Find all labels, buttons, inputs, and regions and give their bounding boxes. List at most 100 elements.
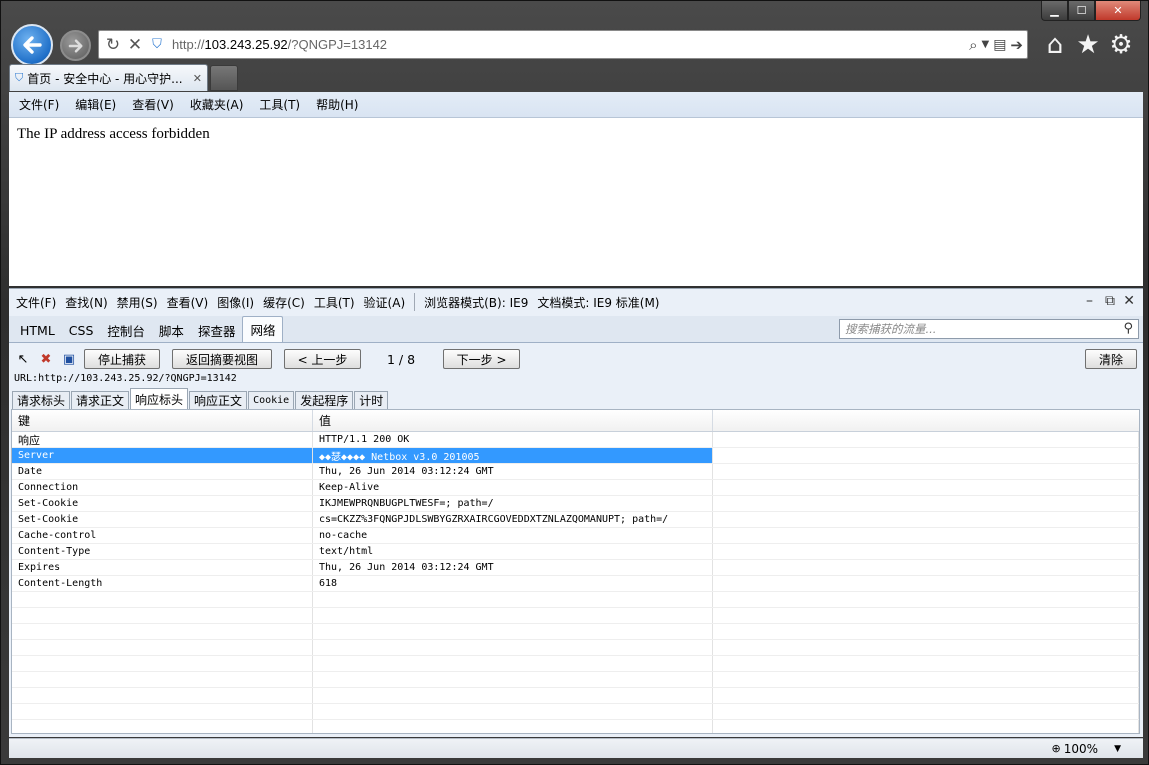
empty-cell (12, 608, 313, 623)
row-filler (713, 448, 1139, 463)
address-bar[interactable]: ↻ ✕ ⛉ http://103.243.25.92/?QNGPJ=13142 … (98, 30, 1028, 59)
empty-cell (313, 592, 713, 607)
back-button[interactable] (11, 24, 53, 66)
maximize-button[interactable]: ☐ (1068, 1, 1095, 21)
empty-cell (313, 640, 713, 655)
network-toolbar: ↖ ✖ ▣ 停止捕获 返回摘要视图 < 上一步 1 / 8 下一步 > 清除 (9, 344, 1143, 374)
tab-initiator[interactable]: 发起程序 (295, 391, 354, 409)
table-row[interactable]: Content-Type text/html (12, 544, 1139, 560)
tab-request-headers[interactable]: 请求标头 (12, 391, 71, 409)
header-key: 响应 (12, 432, 313, 447)
tab-html[interactable]: HTML (13, 318, 62, 342)
search-icon[interactable]: ⚲ (1123, 321, 1133, 336)
dropdown-icon[interactable]: ▼ (981, 39, 989, 50)
stop-capture-button[interactable]: 停止捕获 (84, 349, 160, 369)
tab-cookies[interactable]: Cookie (248, 391, 295, 409)
table-row[interactable]: Server ◆◆瑟◆◆◆◆ Netbox v3.0 201005 (12, 448, 1139, 464)
dt-menu-cache[interactable]: 缓存(C) (263, 294, 305, 311)
tab-console[interactable]: 控制台 (100, 318, 152, 342)
favorites-star-icon[interactable]: ★ (1074, 30, 1102, 60)
search-icon[interactable]: ⌕ (969, 36, 977, 54)
clear-button[interactable]: 清除 (1085, 349, 1137, 369)
minimize-button[interactable]: ▁ (1041, 1, 1068, 21)
zoom-level[interactable]: 100% (1064, 742, 1098, 756)
document-mode-menu[interactable]: 文档模式: IE9 标准(M) (537, 294, 659, 311)
column-key[interactable]: 键 (12, 410, 313, 431)
table-row[interactable]: Set-Cookie cs=CKZZ%3FQNGPJDLSWBYGZRXAIRCG… (12, 512, 1139, 528)
header-key: Connection (12, 480, 313, 495)
refresh-icon[interactable]: ↻ (102, 34, 124, 56)
tab-css[interactable]: CSS (62, 318, 101, 342)
compat-view-icon[interactable]: ▤ (993, 37, 1006, 53)
dt-menu-tools[interactable]: 工具(T) (314, 294, 355, 311)
menu-favorites[interactable]: 收藏夹(A) (190, 96, 244, 113)
page-content: The IP address access forbidden (9, 118, 1143, 286)
previous-button[interactable]: < 上一步 (284, 349, 361, 369)
header-key: Date (12, 464, 313, 479)
table-row[interactable]: Cache-control no-cache (12, 528, 1139, 544)
home-icon[interactable]: ⌂ (1041, 30, 1069, 60)
detail-tabs: 请求标头 请求正文 响应标头 响应正文 Cookie 发起程序 计时 (12, 388, 389, 409)
next-button[interactable]: 下一步 > (443, 349, 521, 369)
row-filler (713, 496, 1139, 511)
table-row[interactable]: Connection Keep-Alive (12, 480, 1139, 496)
empty-cell (313, 624, 713, 639)
select-cursor-icon[interactable]: ↖ (15, 351, 31, 367)
empty-cell (713, 656, 1139, 671)
stop-icon[interactable]: ✕ (124, 34, 146, 56)
dt-menu-file[interactable]: 文件(F) (16, 294, 56, 311)
tab-response-body[interactable]: 响应正文 (189, 391, 248, 409)
dt-menu-images[interactable]: 图像(I) (217, 294, 254, 311)
empty-cell (12, 624, 313, 639)
header-value: no-cache (313, 528, 713, 543)
tab-network[interactable]: 网络 (242, 316, 284, 342)
header-key: Set-Cookie (12, 512, 313, 527)
url-text[interactable]: http://103.243.25.92/?QNGPJ=13142 (172, 37, 969, 52)
zoom-dropdown-icon[interactable]: ▼ (1114, 744, 1121, 754)
header-key: Cache-control (12, 528, 313, 543)
search-traffic-input[interactable]: 搜索捕获的流量... ⚲ (839, 319, 1139, 339)
table-row[interactable]: Date Thu, 26 Jun 2014 03:12:24 GMT (12, 464, 1139, 480)
forward-button[interactable] (60, 30, 91, 61)
tab-profiler[interactable]: 探查器 (191, 318, 243, 342)
dt-menu-find[interactable]: 查找(N) (65, 294, 107, 311)
menu-tools[interactable]: 工具(T) (259, 96, 300, 113)
dt-menu-disable[interactable]: 禁用(S) (117, 294, 158, 311)
dt-menu-validate[interactable]: 验证(A) (364, 294, 406, 311)
tab-response-headers[interactable]: 响应标头 (130, 388, 189, 409)
table-row[interactable]: Set-Cookie IKJMEWPRQNBUGPLTWESF=; path=/ (12, 496, 1139, 512)
dt-menu-view[interactable]: 查看(V) (167, 294, 209, 311)
empty-row (12, 592, 1139, 608)
table-row[interactable]: 响应 HTTP/1.1 200 OK (12, 432, 1139, 448)
menu-view[interactable]: 查看(V) (132, 96, 174, 113)
tab-script[interactable]: 脚本 (152, 318, 191, 342)
clear-cache-icon[interactable]: ✖ (38, 351, 54, 367)
gear-icon[interactable]: ⚙ (1107, 30, 1135, 60)
header-value: 618 (313, 576, 713, 591)
header-value: HTTP/1.1 200 OK (313, 432, 713, 447)
save-icon[interactable]: ▣ (61, 351, 77, 367)
menu-file[interactable]: 文件(F) (19, 96, 59, 113)
forward-arrow-icon (68, 38, 83, 53)
table-row[interactable]: Content-Length 618 (12, 576, 1139, 592)
tab-current[interactable]: ⛉ 首页 - 安全中心 - 用心守护... ✕ (9, 64, 208, 91)
tab-close-icon[interactable]: ✕ (193, 72, 202, 85)
column-value[interactable]: 值 (313, 410, 713, 431)
browser-mode-menu[interactable]: 浏览器模式(B): IE9 (424, 294, 528, 311)
empty-row (12, 656, 1139, 672)
back-to-summary-button[interactable]: 返回摘要视图 (172, 349, 272, 369)
new-tab-button[interactable] (210, 65, 238, 91)
empty-cell (12, 672, 313, 687)
devtools-undock-icon[interactable]: ⧉ (1105, 293, 1115, 309)
menu-edit[interactable]: 编辑(E) (75, 96, 116, 113)
devtools-close-icon[interactable]: ✕ (1123, 293, 1135, 309)
site-shield-icon: ⛉ (152, 37, 162, 52)
devtools-minimize-icon[interactable]: – (1086, 293, 1093, 309)
tab-timing[interactable]: 计时 (354, 391, 389, 409)
table-row[interactable]: Expires Thu, 26 Jun 2014 03:12:24 GMT (12, 560, 1139, 576)
go-arrow-icon[interactable]: ➔ (1010, 36, 1023, 54)
menu-help[interactable]: 帮助(H) (316, 96, 358, 113)
close-window-button[interactable]: ✕ (1095, 1, 1141, 21)
empty-row (12, 640, 1139, 656)
tab-request-body[interactable]: 请求正文 (71, 391, 130, 409)
